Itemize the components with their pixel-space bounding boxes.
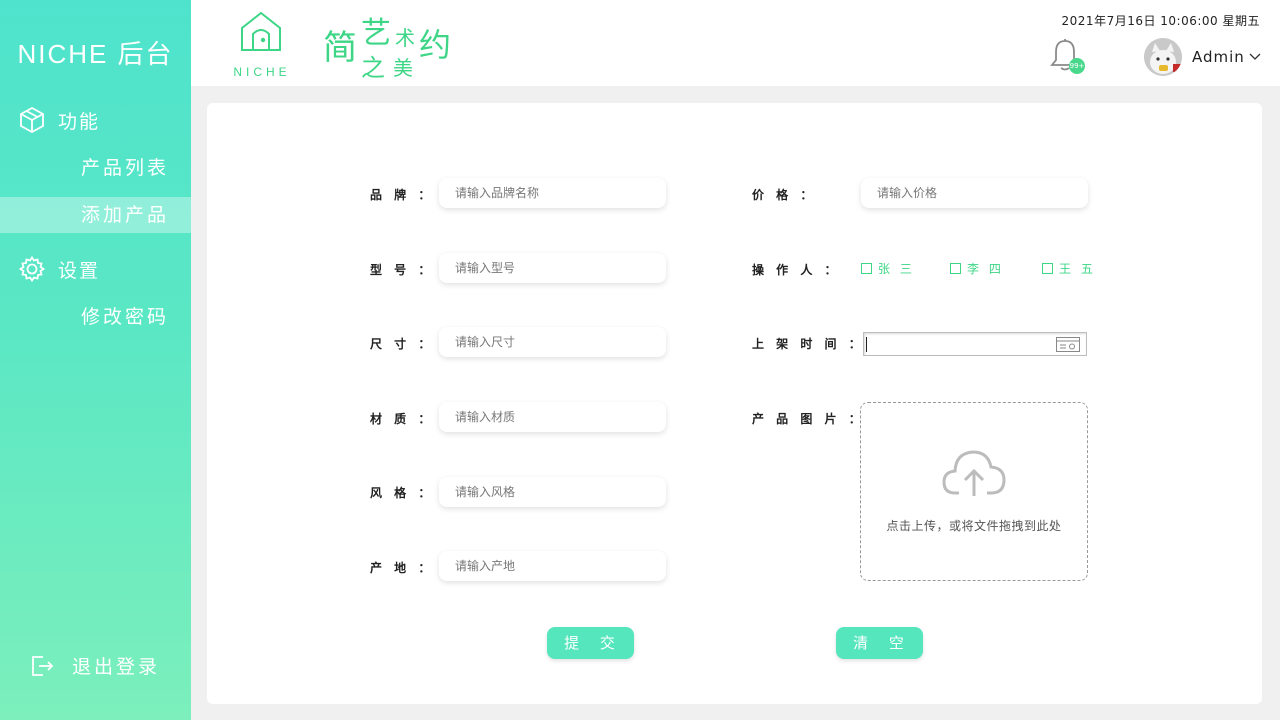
gear-icon bbox=[18, 255, 46, 283]
material-label: 材 质 ： bbox=[370, 412, 435, 426]
sidebar-section-label: 功能 bbox=[58, 110, 101, 133]
slogan-char: 约 bbox=[419, 26, 452, 64]
logout-icon bbox=[32, 655, 54, 676]
sidebar-item-change-password[interactable]: 修改密码 bbox=[0, 299, 191, 335]
product-image-label: 产 品 图 片 ： bbox=[752, 412, 865, 426]
slogan-logo: 简 艺 术 约 之 美 bbox=[323, 8, 473, 82]
slogan-char: 之 bbox=[361, 54, 385, 82]
shelf-time-label: 上 架 时 间 ： bbox=[752, 337, 865, 351]
logout-label: 退出登录 bbox=[72, 656, 161, 678]
user-name: Admin bbox=[1192, 48, 1245, 66]
user-menu[interactable]: Admin bbox=[1192, 48, 1261, 66]
cloud-upload-icon bbox=[942, 450, 1006, 496]
operator-checkbox[interactable]: 张 三 bbox=[861, 260, 915, 277]
sidebar: NICHE 后台 功能 产品列表 添加产品 设置 修改密码 退出登录 bbox=[0, 0, 191, 720]
cube-icon bbox=[20, 106, 44, 134]
header: NICHE 简 艺 术 约 之 美 2021年7月16日 10:06:00 星期… bbox=[191, 0, 1280, 86]
logout-button[interactable]: 退出登录 bbox=[30, 652, 160, 679]
style-input[interactable] bbox=[439, 477, 666, 507]
notification-badge: 99+ bbox=[1069, 58, 1085, 74]
checkbox-label: 李 四 bbox=[967, 262, 1004, 276]
checkbox-label: 张 三 bbox=[878, 262, 915, 276]
style-label: 风 格 ： bbox=[370, 486, 435, 500]
cat-avatar-icon bbox=[1144, 38, 1182, 76]
logo: NICHE bbox=[219, 10, 305, 79]
material-input[interactable] bbox=[439, 402, 666, 432]
add-product-form: 品 牌 ： 型 号 ： 尺 寸 ： 材 质 ： 风 格 ： 产 地 ： 价 格 … bbox=[207, 103, 1262, 704]
checkbox-box bbox=[1042, 263, 1053, 274]
checkbox-box bbox=[950, 263, 961, 274]
clear-button[interactable]: 清 空 bbox=[836, 627, 923, 659]
text-caret bbox=[866, 337, 867, 352]
sidebar-item-product-list[interactable]: 产品列表 bbox=[0, 150, 191, 186]
sidebar-item-add-product[interactable]: 添加产品 bbox=[0, 197, 191, 233]
slogan-char: 简 bbox=[323, 28, 357, 68]
calendar-icon[interactable] bbox=[1056, 337, 1080, 352]
sidebar-section-label: 设置 bbox=[58, 259, 101, 282]
brand-label: 品 牌 ： bbox=[370, 188, 435, 202]
sidebar-brand: NICHE 后台 bbox=[17, 39, 174, 69]
operator-checkbox[interactable]: 王 五 bbox=[1042, 260, 1096, 277]
slogan-char: 美 bbox=[393, 56, 413, 80]
origin-input[interactable] bbox=[439, 551, 666, 581]
brand-input[interactable] bbox=[439, 178, 666, 208]
operator-label: 操 作 人 ： bbox=[752, 263, 841, 277]
shelf-time-input[interactable] bbox=[863, 332, 1087, 356]
checkbox-box bbox=[861, 263, 872, 274]
avatar[interactable] bbox=[1144, 38, 1182, 76]
datetime: 2021年7月16日 10:06:00 星期五 bbox=[1061, 14, 1260, 28]
price-label: 价 格 ： bbox=[752, 188, 817, 202]
origin-label: 产 地 ： bbox=[370, 561, 435, 575]
slogan-char: 术 bbox=[395, 26, 415, 50]
notification-button[interactable]: 99+ bbox=[1049, 38, 1085, 74]
sidebar-section-settings[interactable]: 设置 bbox=[18, 255, 100, 283]
sidebar-section-features[interactable]: 功能 bbox=[18, 106, 100, 134]
house-logo-icon bbox=[241, 11, 281, 51]
price-input[interactable] bbox=[861, 178, 1088, 208]
chevron-down-icon bbox=[1249, 53, 1261, 60]
model-input[interactable] bbox=[439, 253, 666, 283]
model-label: 型 号 ： bbox=[370, 263, 435, 277]
operator-checkbox[interactable]: 李 四 bbox=[950, 260, 1004, 277]
slogan-char: 艺 bbox=[361, 16, 391, 51]
image-upload-dropzone[interactable]: 点击上传，或将文件拖拽到此处 bbox=[860, 402, 1088, 581]
upload-hint: 点击上传，或将文件拖拽到此处 bbox=[886, 519, 1062, 533]
size-input[interactable] bbox=[439, 327, 666, 357]
submit-button[interactable]: 提 交 bbox=[547, 627, 634, 659]
checkbox-label: 王 五 bbox=[1059, 262, 1096, 276]
logo-text: NICHE bbox=[233, 65, 291, 79]
size-label: 尺 寸 ： bbox=[370, 337, 435, 351]
